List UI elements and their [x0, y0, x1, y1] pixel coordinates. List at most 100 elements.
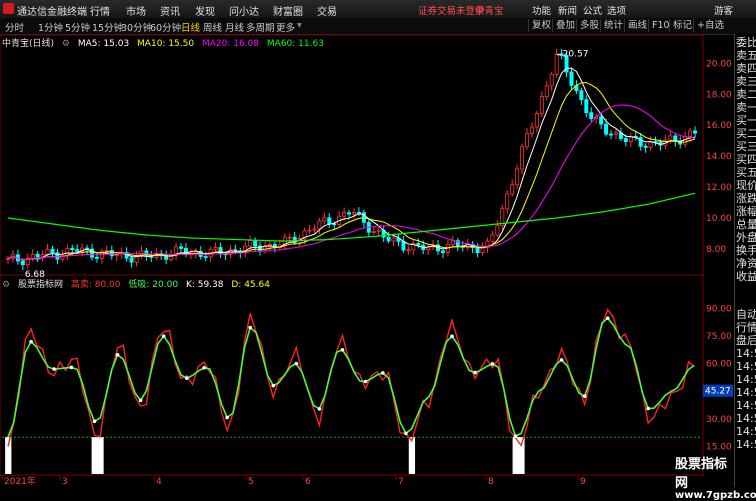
candle-body [495, 225, 500, 236]
candle-body [549, 73, 554, 87]
ma10-line [7, 82, 696, 261]
tick-time-label: 14:5 [736, 386, 756, 399]
candle-body [604, 123, 609, 135]
candle-body [401, 240, 406, 251]
candle-body [475, 247, 480, 254]
d-value-label: D: 45.64 [231, 280, 270, 290]
main-panel-frame [0, 34, 704, 276]
candle-body [20, 260, 25, 266]
candle-body [307, 229, 312, 232]
kline-chart-canvas[interactable]: 20.00 18.00 16.00 14.00 12.00 10.00 8.00 90.00 7… [0, 0, 734, 487]
settings-gear-icon[interactable]: ⚙ [62, 39, 70, 49]
ma20-label: MA20: 16.08 [201, 39, 260, 49]
ma60-label: MA60: 11.63 [266, 39, 324, 49]
price-tick-label: 12.00 [706, 183, 732, 193]
quote-field-label: 现价 [736, 179, 756, 192]
indicator-tick-label: 75.00 [706, 332, 732, 342]
low-signal-bar [97, 437, 104, 474]
main-chart-header: 中青宝(日线) ⚙ MA5: 15.03 MA10: 15.50 MA20: 1… [2, 36, 329, 49]
indicator-tick-label: 60.00 [706, 360, 732, 370]
month-tick-label: 8 [488, 477, 494, 487]
d-turn-dot [29, 339, 33, 344]
indicator-panel-frame [0, 274, 704, 476]
quote-field-label: 外盘 [736, 231, 756, 244]
candle-body [287, 236, 292, 239]
quote-field-label: 涨幅 [736, 205, 756, 218]
candle-body [539, 96, 544, 115]
indicator-tick-label: 30.00 [706, 415, 732, 425]
candle-body [579, 90, 584, 100]
candle-body [75, 249, 80, 252]
d-turn-dot [184, 376, 189, 380]
price-tick-label: 20.00 [706, 59, 732, 69]
candle-body [643, 145, 648, 148]
price-tick-label: 10.00 [706, 214, 732, 224]
quote-field-label: 净资 [736, 257, 756, 270]
candle-body [693, 130, 698, 134]
candle-body [668, 135, 673, 141]
quote-field-label: 卖五 [736, 49, 756, 62]
candle-body [30, 253, 35, 259]
quote-field-label: 卖四 [736, 62, 756, 75]
candle-body [347, 212, 352, 215]
candle-body [520, 146, 525, 170]
indicator-header: ⚙ 股票指标网 高卖: 80.00 低吸: 20.00 K: 59.38 D: … [2, 277, 275, 290]
d-turn-dot [225, 415, 229, 420]
candle-body [584, 99, 589, 114]
candle-body [70, 247, 75, 250]
low-signal-bar [91, 437, 98, 474]
candle-body [65, 247, 70, 256]
d-turn-dot [138, 398, 143, 403]
ma20-line [7, 104, 696, 261]
ma5-label: MA5: 15.03 [77, 39, 130, 49]
candle-body [342, 212, 347, 217]
indicator-name: 股票指标网 [17, 280, 63, 290]
tick-time-label: 14:5 [736, 399, 756, 412]
tick-time-label: 自动 [736, 308, 756, 321]
quote-field-label: 总量 [736, 218, 756, 231]
d-turn-dot [317, 407, 322, 411]
candle-body [114, 254, 119, 257]
candle-body [638, 137, 643, 147]
tick-time-label: 行情 [736, 321, 756, 334]
candle-body [55, 252, 60, 260]
watermark: 股票指标网 www.7gpzb.com [675, 453, 756, 501]
candle-body [490, 234, 495, 242]
quote-field-label: 涨跌 [736, 192, 756, 205]
d-turn-dot [473, 370, 477, 375]
candle-body [35, 253, 40, 258]
candle-body [386, 236, 391, 242]
candle-body [544, 85, 549, 97]
k-value-label: K: 59.38 [185, 280, 224, 290]
candle-body [6, 258, 11, 260]
high-price-label: 20.57 [563, 50, 589, 60]
quote-field-label: 买四 [736, 153, 756, 166]
tick-time-label: 14:5 [736, 373, 756, 386]
buy-threshold-label: 低吸: 20.00 [128, 280, 179, 290]
candle-body [623, 138, 628, 142]
candle-body [534, 113, 539, 128]
indicator-settings-icon[interactable]: ⚙ [2, 280, 10, 290]
quote-field-label: 买一 [736, 114, 756, 127]
candle-body [416, 243, 421, 246]
d-turn-dot [513, 434, 518, 438]
watermark-title: 股票指标网 [675, 457, 728, 491]
candle-body [317, 220, 322, 230]
candle-body [440, 250, 445, 253]
d-turn-dot [450, 334, 454, 339]
d-turn-dot [248, 325, 252, 330]
candle-body [613, 132, 618, 135]
watermark-url: www.7gpzb.com [675, 490, 756, 501]
candle-body [45, 248, 50, 255]
quote-side-panel: 委比 卖五 卖四 卖三 卖二 卖一 买一 买二 买三 买四 买五 现价 涨跌 涨幅 总量 外盘 换手 净资 收益 自… [734, 34, 756, 487]
candle-body [50, 248, 55, 254]
d-turn-dot [404, 431, 408, 436]
d-turn-dot [559, 358, 564, 362]
d-turn-dot [646, 406, 650, 411]
candle-body [589, 112, 594, 120]
tick-time-label: 14:5 [736, 412, 756, 425]
d-turn-dot [161, 334, 166, 338]
d-turn-dot [271, 383, 276, 388]
low-signal-bar [408, 437, 416, 474]
d-turn-dot [115, 353, 120, 357]
